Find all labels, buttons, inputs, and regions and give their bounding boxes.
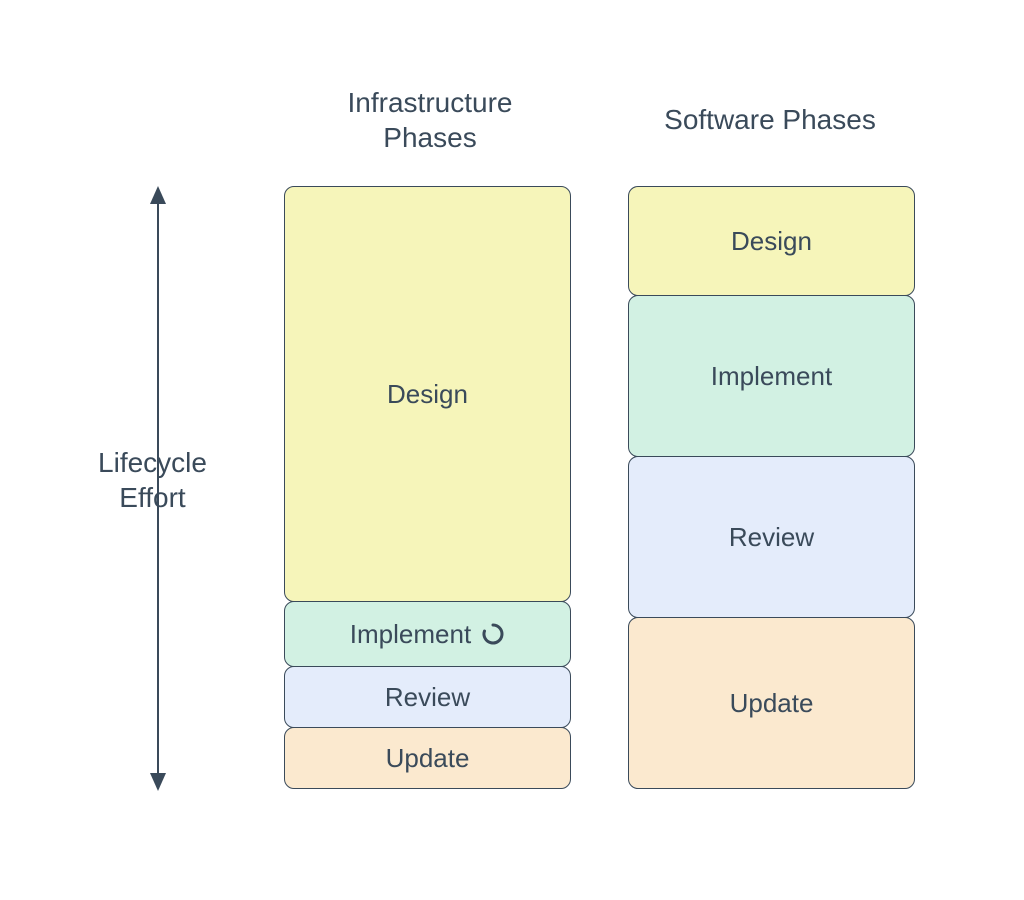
soft-phase-update-label: Update [730,688,814,719]
infra-phase-implement-label: Implement [350,619,505,650]
diagram-canvas: InfrastructurePhases Software Phases Lif… [0,0,1024,900]
loop-icon [481,622,505,646]
infra-phase-implement: Implement [284,601,571,667]
soft-phase-review: Review [628,456,915,618]
infra-phase-design-label: Design [387,379,468,410]
infra-phase-update: Update [284,727,571,789]
soft-phase-design: Design [628,186,915,296]
soft-phase-implement-label: Implement [711,361,832,392]
header-software: Software Phases [620,102,920,137]
infra-phase-implement-text: Implement [350,619,471,650]
lifecycle-axis-label-text: LifecycleEffort [98,447,207,513]
soft-phase-update: Update [628,617,915,789]
header-software-text: Software Phases [664,104,876,135]
soft-phase-review-label: Review [729,522,814,553]
infrastructure-stack: Design Implement Review Update [284,186,571,789]
infra-phase-review: Review [284,666,571,728]
soft-phase-implement: Implement [628,295,915,457]
lifecycle-axis-label: LifecycleEffort [60,445,245,515]
infra-phase-review-label: Review [385,682,470,713]
infra-phase-design: Design [284,186,571,602]
soft-phase-design-label: Design [731,226,812,257]
software-stack: Design Implement Review Update [628,186,915,789]
header-infrastructure: InfrastructurePhases [280,85,580,155]
infra-phase-update-label: Update [386,743,470,774]
header-infrastructure-text: InfrastructurePhases [348,87,513,153]
